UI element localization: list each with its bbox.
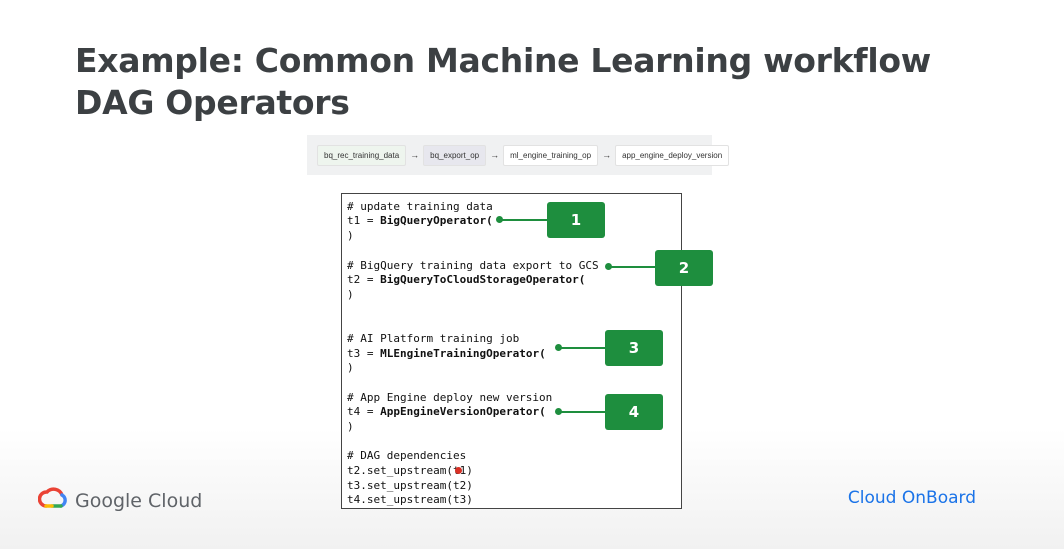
slide-title-line-1: Example: Common Machine Learning workflo…	[75, 41, 931, 80]
code-assign: t3 =	[347, 347, 381, 360]
callout-badge-2: 2	[655, 250, 713, 286]
cloud-onboard-label: Cloud OnBoard	[847, 488, 976, 508]
code-line-t1: t1 = BigQueryOperator(	[347, 214, 493, 228]
dag-node-bq-rec-training-data: bq_rec_training_data	[317, 144, 407, 166]
code-operator-appengine: AppEngineVersionOperator(	[380, 405, 546, 418]
code-close-paren: )	[347, 229, 354, 242]
code-comment-dag-deps: # DAG dependencies	[347, 449, 467, 462]
pointer-dot	[455, 467, 462, 474]
code-dependency-3: t4.set_upstream(t3)	[347, 493, 473, 506]
dag-node-bq-export-op: bq_export_op	[423, 144, 487, 166]
callout-line-3	[559, 347, 607, 349]
code-dependency-1: t2.set_upstream(t1)	[347, 464, 473, 477]
code-comment-ai-platform: # AI Platform training job	[347, 332, 520, 345]
code-line-t2: t2 = BigQueryToCloudStorageOperator(	[347, 273, 585, 287]
callout-badge-1: 1	[547, 202, 605, 238]
dag-arrow: →	[410, 150, 420, 160]
code-line-t3: t3 = MLEngineTrainingOperator(	[347, 347, 546, 361]
callout-line-2	[609, 266, 657, 268]
dag-node-app-engine-deploy-version: app_engine_deploy_version	[615, 144, 730, 166]
google-cloud-logo: Google Cloud	[37, 486, 203, 515]
code-line-t4: t4 = AppEngineVersionOperator(	[347, 405, 546, 419]
slide-title: Example: Common Machine Learning workflo…	[75, 40, 931, 124]
google-cloud-logo-icon	[37, 486, 68, 515]
code-operator-bq-to-gcs: BigQueryToCloudStorageOperator(	[380, 273, 586, 286]
code-close-paren: )	[347, 288, 354, 301]
callout-badge-3: 3	[605, 330, 663, 366]
dag-graph-strip: bq_rec_training_data → bq_export_op → ml…	[307, 135, 730, 175]
code-assign: t1 =	[347, 214, 381, 227]
dag-arrow: →	[490, 150, 500, 160]
dag-arrow: →	[602, 150, 612, 160]
code-close-paren: )	[347, 361, 354, 374]
code-dependency-2: t3.set_upstream(t2)	[347, 479, 473, 492]
code-comment-app-engine: # App Engine deploy new version	[347, 391, 553, 404]
slide-title-line-2: DAG Operators	[75, 83, 350, 122]
code-comment-bigquery-export: # BigQuery training data export to GCS	[347, 259, 599, 272]
dag-node-ml-engine-training-op: ml_engine_training_op	[503, 144, 599, 166]
code-operator-mlengine: MLEngineTrainingOperator(	[380, 347, 546, 360]
code-close-paren: )	[347, 420, 354, 433]
callout-line-1	[500, 219, 548, 221]
code-assign: t2 =	[347, 273, 381, 286]
code-operator-bigquery: BigQueryOperator(	[380, 214, 493, 227]
google-cloud-wordmark: Google Cloud	[75, 489, 203, 512]
code-assign: t4 =	[347, 405, 381, 418]
callout-badge-4: 4	[605, 394, 663, 430]
callout-line-4	[559, 411, 607, 413]
code-comment-update-training: # update training data	[347, 200, 493, 213]
